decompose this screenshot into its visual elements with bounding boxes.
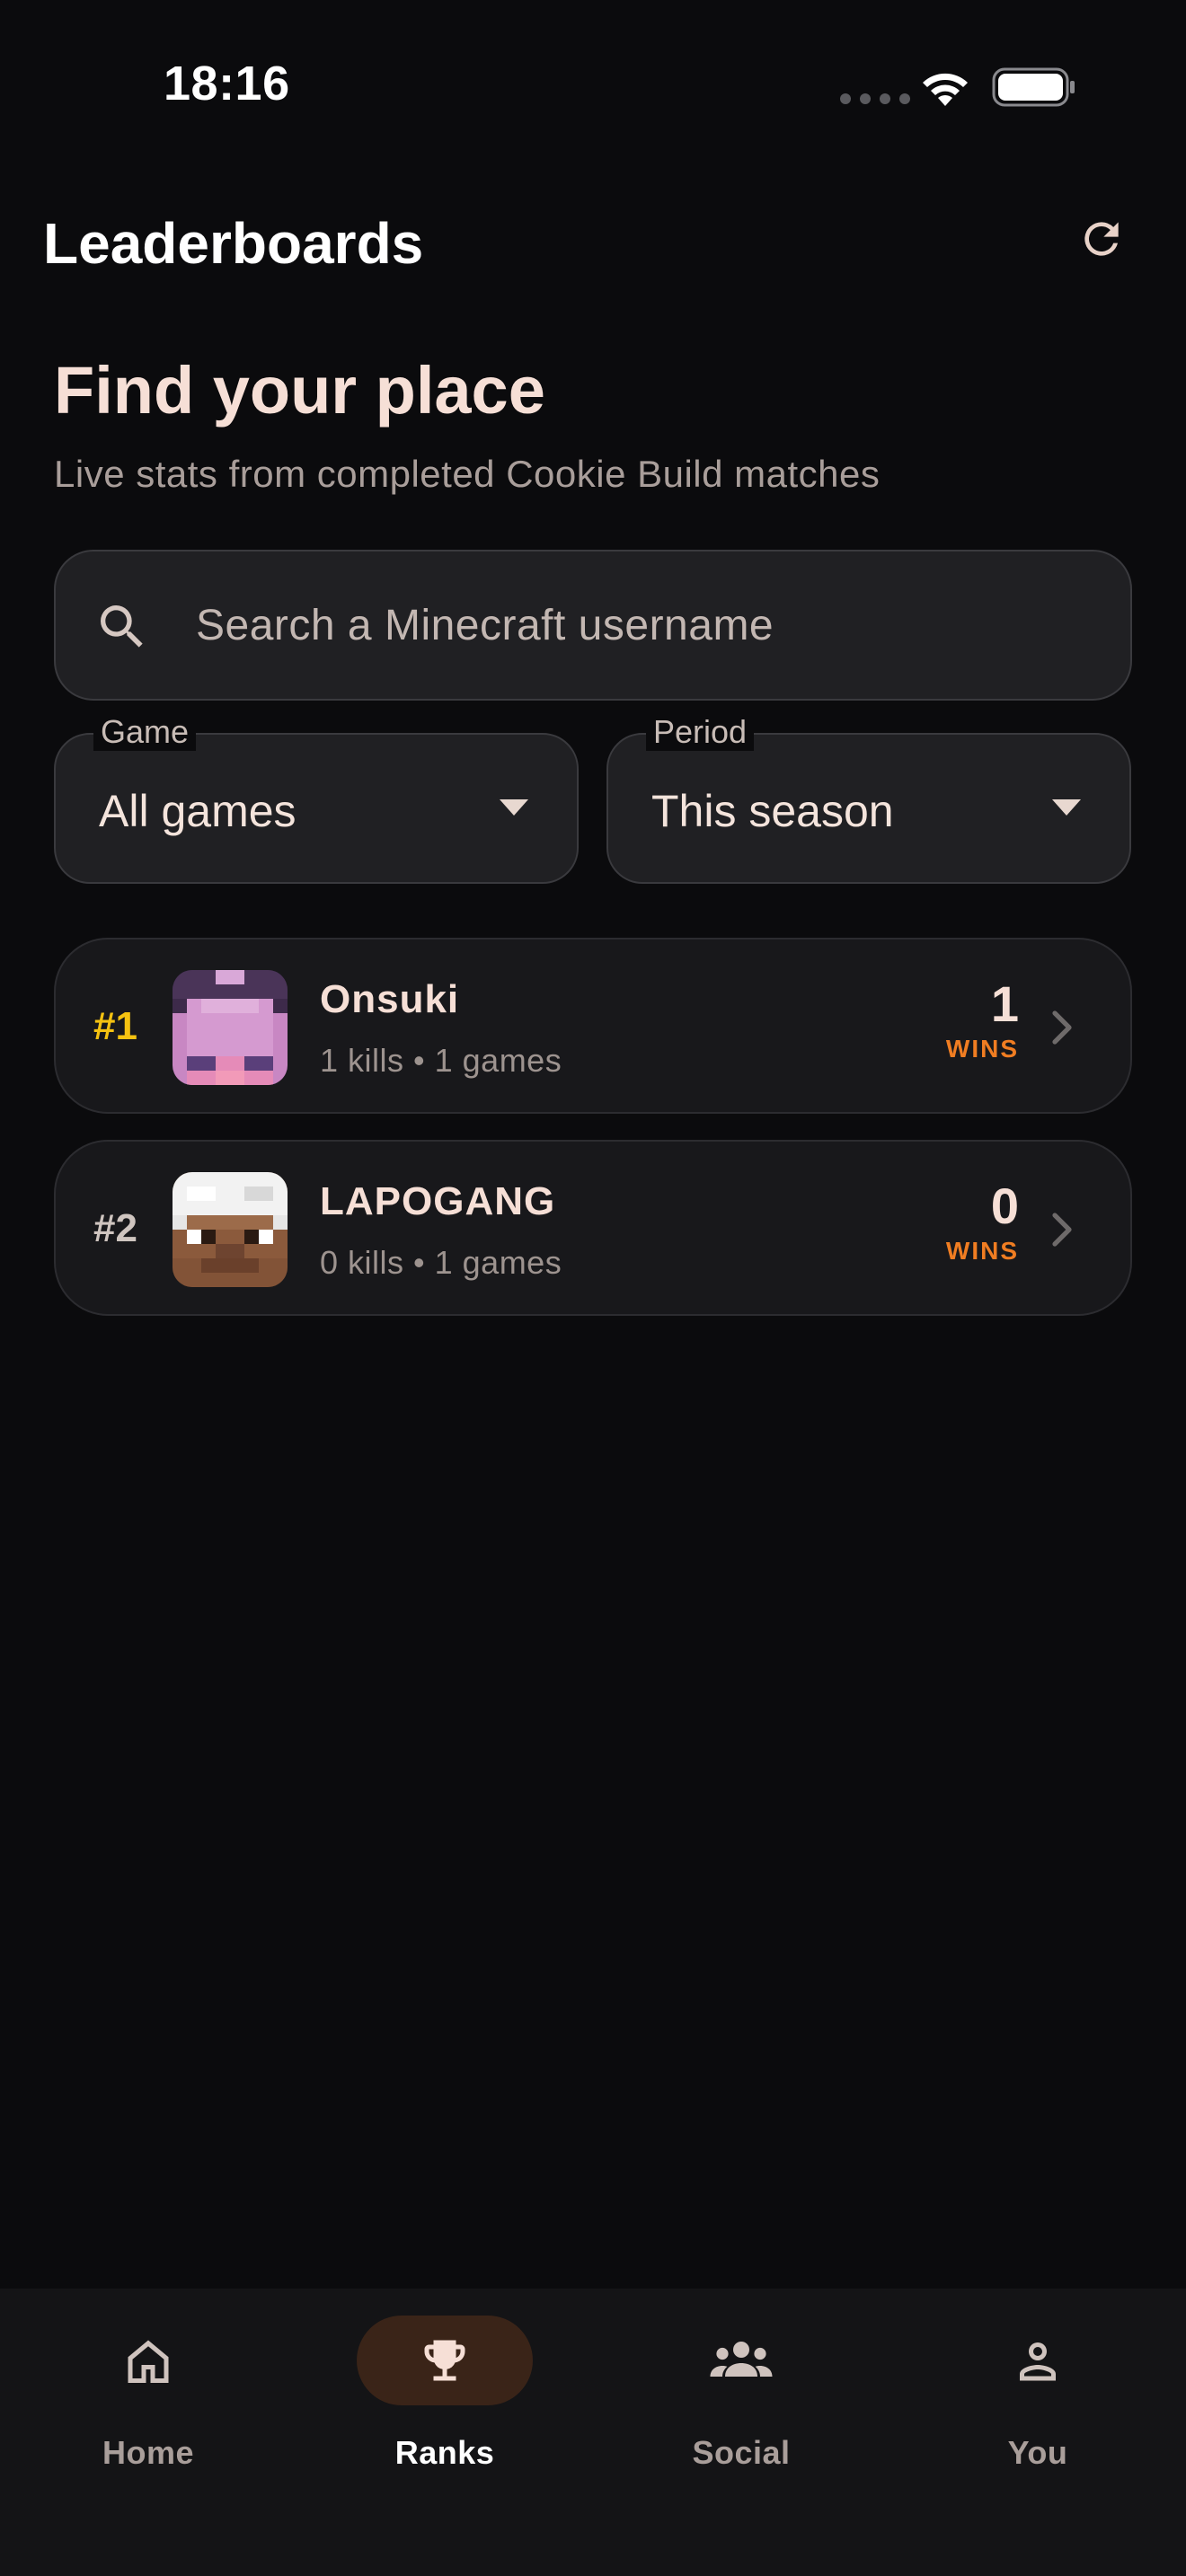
app-header: Leaderboards [0, 171, 1186, 314]
wins-label: WINS [945, 1237, 1019, 1265]
page-title: Leaderboards [43, 211, 424, 276]
nav-pill [60, 2316, 236, 2405]
wins-value: 1 [990, 975, 1019, 1032]
leaderboard-row[interactable]: #2 LAPOGANG 0 kills • 1 games 0 WINS [54, 1140, 1132, 1316]
nav-label: Social [692, 2434, 791, 2471]
nav-pill-active [357, 2316, 533, 2405]
avatar [173, 1172, 288, 1287]
nav-item-ranks[interactable]: Ranks [337, 2316, 553, 2495]
hero-title: Find your place [54, 353, 545, 428]
search-input[interactable] [196, 551, 1094, 699]
refresh-button[interactable] [1069, 207, 1134, 271]
nav-pill [653, 2316, 829, 2405]
battery-icon [992, 67, 1075, 107]
hero-subtitle: Live stats from completed Cookie Build m… [54, 453, 881, 495]
search-icon [101, 605, 143, 648]
wifi-icon [923, 73, 968, 106]
wins-stat: 0 WINS [946, 1179, 1019, 1266]
home-icon [128, 2340, 169, 2383]
nav-item-social[interactable]: Social [633, 2316, 849, 2495]
rank-number: #1 [93, 1004, 137, 1048]
nav-pill [950, 2316, 1126, 2405]
game-select-value: All games [99, 786, 296, 836]
nav-label: Ranks [394, 2434, 495, 2471]
player-name: Onsuki [320, 977, 460, 1021]
player-name: LAPOGANG [320, 1179, 556, 1223]
chevron-right-icon [1052, 1213, 1072, 1247]
wins-label: WINS [945, 1035, 1019, 1063]
nav-label: Home [102, 2434, 195, 2471]
signal-icon [840, 93, 910, 104]
game-select[interactable]: Game All games [54, 713, 579, 884]
player-stats: 1 kills • 1 games [320, 1042, 562, 1079]
player-stats: 0 kills • 1 games [320, 1244, 562, 1281]
leaderboard-row[interactable]: #1 Onsuki 1 kills • 1 games 1 WINS [54, 938, 1132, 1114]
nav-item-you[interactable]: You [930, 2316, 1146, 2495]
status-bar: 18:16 [0, 0, 1186, 171]
period-select[interactable]: Period This season [606, 713, 1131, 884]
bottom-nav: Home Ranks Social You [0, 2289, 1186, 2576]
wins-stat: 1 WINS [946, 977, 1019, 1063]
group-icon [710, 2342, 773, 2377]
rank-number: #2 [93, 1206, 137, 1250]
wins-value: 0 [990, 1178, 1019, 1234]
avatar [173, 970, 288, 1085]
refresh-icon [1084, 222, 1119, 256]
nav-label: You [1007, 2434, 1068, 2471]
search-box[interactable] [54, 550, 1132, 701]
status-time: 18:16 [164, 57, 290, 110]
person-icon [1020, 2342, 1056, 2381]
nav-item-home[interactable]: Home [40, 2316, 256, 2495]
chevron-right-icon [1052, 1010, 1072, 1045]
game-select-label: Game [93, 713, 197, 751]
dropdown-arrow-icon [500, 799, 528, 816]
period-select-label: Period [646, 713, 755, 751]
trophy-icon [424, 2340, 465, 2381]
dropdown-arrow-icon [1052, 799, 1081, 816]
period-select-value: This season [651, 786, 894, 836]
